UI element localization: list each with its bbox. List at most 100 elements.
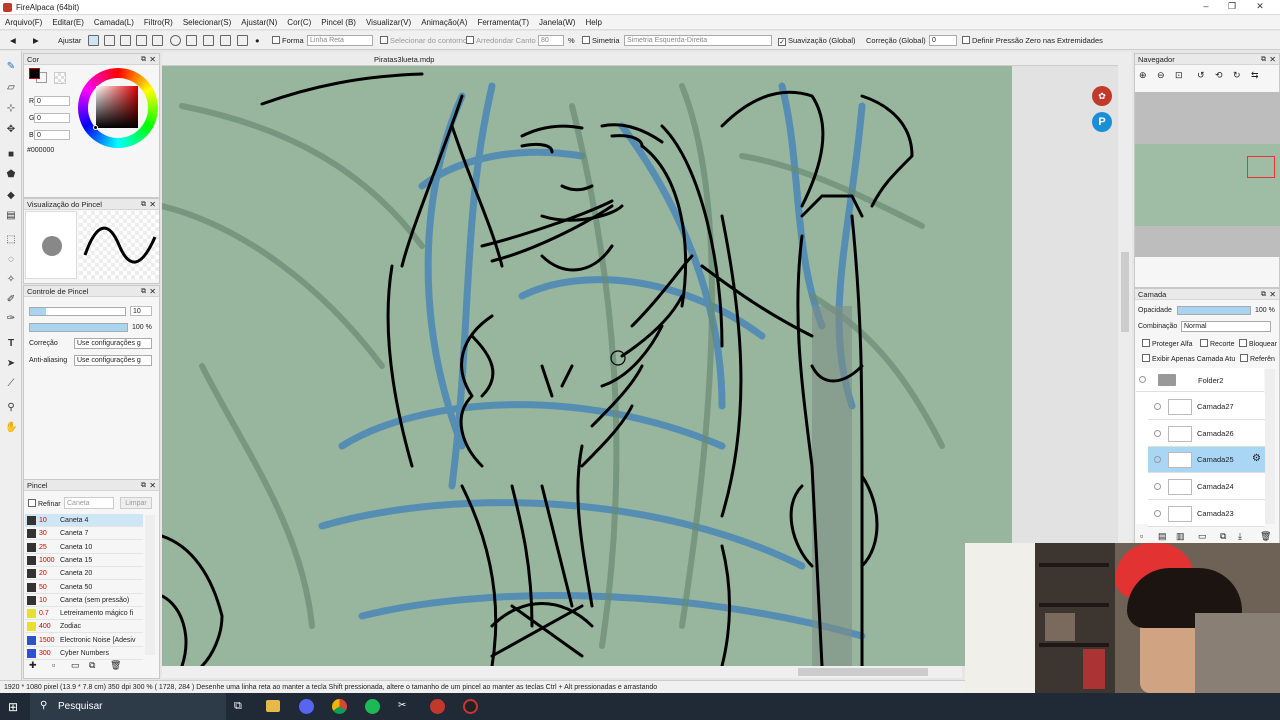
foreground-color-swatch[interactable]	[29, 68, 40, 79]
transform-tool-icon[interactable]: ✥	[5, 124, 17, 136]
layer-row[interactable]: Camada27	[1148, 394, 1265, 420]
select-pen-tool-icon[interactable]: ✐	[5, 294, 17, 306]
pin-icon[interactable]: ⧉	[141, 480, 146, 491]
dropper-line-tool-icon[interactable]: ⟋	[5, 378, 17, 390]
delete-layer-icon[interactable]: 🗑	[1260, 531, 1271, 542]
duplicate-icon[interactable]: ⧉	[89, 660, 95, 671]
lasso-tool-icon[interactable]: ◌	[5, 254, 17, 266]
layer-row[interactable]: Camada25 ⚙	[1148, 447, 1265, 474]
text-tool-icon[interactable]: T	[5, 338, 17, 350]
menu-filtro[interactable]: Filtro(R)	[139, 15, 178, 27]
correcao-select[interactable]: 0	[929, 35, 957, 46]
document-tab[interactable]: Piratas3lueta.mdp	[374, 55, 434, 64]
new-8bit-layer-icon[interactable]: ▤	[1158, 531, 1167, 542]
operation-tool-icon[interactable]: ➤	[5, 358, 17, 370]
menu-animacao[interactable]: Animação(A)	[416, 15, 472, 27]
rotate-right-icon[interactable]: ↻	[1233, 70, 1241, 81]
flip-icon[interactable]: ⇆	[1251, 70, 1259, 81]
menu-help[interactable]: Help	[580, 15, 606, 27]
navigator-preview[interactable]	[1135, 92, 1280, 257]
forma-checkbox[interactable]: Forma	[272, 34, 304, 47]
new-1bit-layer-icon[interactable]: ▥	[1176, 531, 1185, 542]
pin-icon[interactable]: ⧉	[1261, 289, 1266, 300]
chrome-icon[interactable]	[332, 699, 347, 714]
file-explorer-icon[interactable]	[266, 700, 280, 712]
b-input[interactable]: 0	[34, 130, 70, 140]
fill-rect-tool-icon[interactable]: ■	[5, 149, 17, 161]
pressao-checkbox[interactable]: Definir Pressão Zero nas Extremidades	[962, 34, 1103, 47]
fill-tool-icon[interactable]: ◆	[5, 190, 17, 202]
suavizacao-checkbox[interactable]: ✓ Suavização (Global)	[778, 34, 856, 47]
trash-icon[interactable]: 🗑	[110, 660, 121, 671]
layer-row[interactable]: Camada26	[1148, 420, 1265, 447]
capcut-icon[interactable]: ✂	[398, 700, 406, 711]
brush-item[interactable]: 20 Caneta 20	[25, 567, 143, 581]
visibility-eye-icon[interactable]	[1154, 509, 1161, 517]
close-icon[interactable]: ✕	[1269, 54, 1276, 65]
bucket-tool-icon[interactable]: ⬟	[5, 169, 17, 181]
limpar-button[interactable]: Limpar	[120, 497, 152, 509]
pin-icon[interactable]: ⧉	[141, 199, 146, 210]
task-view-icon[interactable]: ⧉	[234, 700, 242, 713]
drawing-canvas[interactable]	[162, 66, 1012, 666]
color-picker-handle[interactable]	[93, 125, 98, 130]
simetria-checkbox[interactable]: Simetria	[582, 34, 620, 47]
simetria-select[interactable]: Simetria Esquerda-Direita	[624, 35, 772, 46]
brush-item[interactable]: 400 Zodiac	[25, 620, 143, 634]
grid-mode-icon[interactable]	[120, 35, 131, 46]
canvas-horizontal-scrollbar[interactable]	[162, 666, 962, 678]
blend-mode-select[interactable]: Normal	[1181, 321, 1271, 332]
menu-cor[interactable]: Cor(C)	[282, 15, 316, 27]
alpaca-mascot-icon[interactable]: ✿	[1092, 86, 1112, 106]
recorte-checkbox[interactable]: Recorte	[1200, 339, 1235, 348]
firealpaca-icon[interactable]	[430, 699, 445, 714]
new-folder-icon[interactable]: ▭	[1198, 531, 1207, 542]
eraser-tool-icon[interactable]: ▱	[5, 82, 17, 94]
layer-row[interactable]: Camada23	[1148, 500, 1265, 527]
forma-select[interactable]: Linha Reta	[307, 35, 373, 46]
brush-item[interactable]: 1500 Electronic Noise [Adesiv	[25, 634, 143, 647]
brush-item[interactable]: 30 Caneta 7	[25, 527, 143, 541]
spotify-icon[interactable]	[365, 699, 380, 714]
r-input[interactable]: 0	[34, 96, 70, 106]
visibility-eye-icon[interactable]	[1154, 429, 1161, 437]
merge-down-icon[interactable]: ⤓	[1238, 531, 1242, 542]
saturation-value-square[interactable]	[96, 86, 138, 128]
close-icon[interactable]: ✕	[1269, 289, 1276, 300]
menu-ferramenta[interactable]: Ferramenta(T)	[472, 15, 534, 27]
minimize-button[interactable]: –	[1196, 1, 1216, 13]
menu-selecionar[interactable]: Selecionar(S)	[178, 15, 236, 27]
new-layer-icon[interactable]: ▫	[1140, 531, 1143, 541]
arredondar-input[interactable]: 80	[538, 35, 564, 46]
brush-search-input[interactable]: Caneta	[64, 497, 114, 509]
layer-row[interactable]: Camada24	[1148, 474, 1265, 501]
forward-arrow-icon[interactable]: ▶	[33, 34, 39, 47]
folder-row[interactable]: Folder2	[1136, 368, 1264, 392]
p-icon[interactable]: P	[1092, 112, 1112, 132]
dropper-tool-icon[interactable]: ⚲	[5, 402, 17, 414]
close-icon[interactable]: ✕	[149, 480, 156, 491]
obs-icon[interactable]	[463, 699, 478, 714]
arredondar-checkbox[interactable]: Arredondar Canto	[466, 34, 536, 47]
brush-item[interactable]: 300 Cyber Numbers	[25, 647, 143, 660]
windows-start-icon[interactable]: ⊞	[8, 701, 21, 714]
move-tool-icon[interactable]: ⊹	[5, 103, 17, 115]
anti-aliasing-select[interactable]: Use configurações g	[74, 355, 152, 366]
proteger-checkbox[interactable]: Proteger Alfa	[1142, 339, 1192, 348]
duplicate-layer-icon[interactable]: ⧉	[1220, 531, 1226, 542]
menu-editar[interactable]: Editar(E)	[47, 15, 89, 27]
menu-visualizar[interactable]: Visualizar(V)	[361, 15, 416, 27]
perspective-mode-icon[interactable]	[136, 35, 147, 46]
menu-janela[interactable]: Janela(W)	[534, 15, 580, 27]
menu-camada[interactable]: Camada(L)	[89, 15, 139, 27]
brush-item[interactable]: 25 Caneta 10	[25, 541, 143, 554]
brush-opacity-slider[interactable]	[29, 323, 128, 332]
gradient-tool-icon[interactable]: ▤	[5, 210, 17, 222]
close-icon[interactable]: ✕	[149, 54, 156, 65]
brush-item[interactable]: 0.7 Letreiramento mágico fi	[25, 607, 143, 621]
select-tool-icon[interactable]: ⬚	[5, 234, 17, 246]
menu-ajustar[interactable]: Ajustar(N)	[236, 15, 282, 27]
rotate-left-icon[interactable]: ↺	[1197, 70, 1205, 81]
transparent-swatch[interactable]	[54, 72, 66, 84]
zoom-in-icon[interactable]: ⊕	[1139, 70, 1147, 81]
